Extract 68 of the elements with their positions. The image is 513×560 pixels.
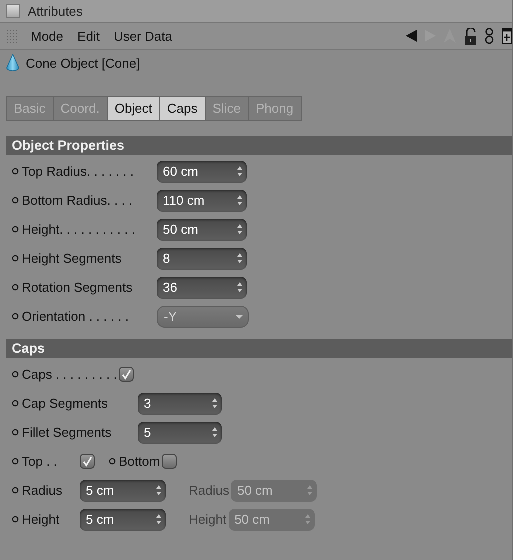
- spinner-icon[interactable]: [237, 253, 243, 264]
- check-icon: [121, 369, 132, 380]
- keyframe-icon[interactable]: [12, 457, 19, 466]
- property-label: Cap Segments: [22, 396, 109, 411]
- number-field[interactable]: 50 cm: [157, 218, 247, 240]
- tab[interactable]: Object: [108, 97, 160, 120]
- spinner-icon[interactable]: [237, 166, 243, 177]
- property-label: Height: [22, 512, 61, 527]
- back-arrow-icon[interactable]: [406, 30, 417, 42]
- number-field[interactable]: 5 cm: [80, 480, 166, 502]
- property-label: Bottom Radius. . . .: [22, 193, 134, 208]
- property-label: Height: [189, 512, 227, 527]
- checkbox[interactable]: [162, 454, 178, 469]
- menu-item[interactable]: Mode: [24, 28, 71, 44]
- property-label: Height Segments: [22, 251, 123, 266]
- spinner-icon[interactable]: [237, 195, 243, 206]
- number-field[interactable]: 110 cm: [157, 190, 247, 212]
- new-panel-icon[interactable]: [502, 28, 512, 44]
- spinner-icon[interactable]: [212, 398, 218, 409]
- menu-item[interactable]: User Data: [106, 28, 180, 44]
- property-label: Top . .: [22, 454, 58, 469]
- number-field[interactable]: 3: [138, 392, 222, 414]
- caret-icon[interactable]: [235, 314, 244, 320]
- property-label: Caps . . . . . . . . .: [22, 367, 118, 382]
- spinner-icon[interactable]: [237, 282, 243, 293]
- keyframe-icon[interactable]: [12, 515, 19, 524]
- keyframe-icon[interactable]: [12, 196, 19, 205]
- keyframe-icon[interactable]: [12, 370, 19, 379]
- property-label: Fillet Segments: [22, 425, 113, 440]
- check-icon: [82, 456, 93, 467]
- checkbox[interactable]: [119, 367, 134, 382]
- grip-icon[interactable]: [6, 29, 18, 43]
- cone-icon: [6, 54, 20, 72]
- keyframe-icon[interactable]: [109, 457, 116, 466]
- spinner-icon[interactable]: [237, 224, 243, 235]
- spinner-icon[interactable]: [156, 485, 162, 496]
- keyframe-icon[interactable]: [12, 225, 19, 234]
- number-field[interactable]: 5 cm: [80, 508, 166, 530]
- section-header: Object Properties: [6, 136, 512, 155]
- link-icon[interactable]: [485, 28, 494, 44]
- spinner-icon[interactable]: [212, 427, 218, 438]
- object-title: Cone Object [Cone]: [26, 56, 140, 70]
- keyframe-icon[interactable]: [12, 486, 19, 495]
- section-header: Caps: [6, 339, 512, 358]
- square-icon: [6, 4, 20, 18]
- number-field[interactable]: 8: [157, 248, 247, 270]
- property-label: Radius: [22, 483, 64, 498]
- keyframe-icon[interactable]: [12, 254, 19, 263]
- checkbox[interactable]: [80, 454, 95, 469]
- keyframe-icon[interactable]: [12, 283, 19, 292]
- menu-item[interactable]: Edit: [70, 28, 107, 44]
- property-label: Height. . . . . . . . . . .: [22, 222, 136, 237]
- keyframe-icon[interactable]: [12, 428, 19, 437]
- keyframe-icon[interactable]: [12, 312, 19, 321]
- property-label: Bottom: [119, 454, 160, 469]
- number-field[interactable]: 36: [157, 276, 247, 298]
- property-label: Rotation Segments: [22, 280, 134, 295]
- spinner-icon[interactable]: [156, 514, 162, 525]
- panel-title: Attributes: [28, 4, 83, 18]
- lock-icon[interactable]: [464, 28, 477, 44]
- keyframe-icon[interactable]: [12, 167, 19, 176]
- property-label: Radius: [189, 483, 230, 498]
- property-label: Orientation . . . . . .: [22, 309, 130, 324]
- keyframe-icon[interactable]: [12, 399, 19, 408]
- tab[interactable]: Caps: [160, 97, 205, 120]
- number-field[interactable]: 60 cm: [157, 160, 247, 182]
- number-field[interactable]: 5: [138, 422, 222, 444]
- property-label: Top Radius. . . . . . .: [22, 164, 135, 179]
